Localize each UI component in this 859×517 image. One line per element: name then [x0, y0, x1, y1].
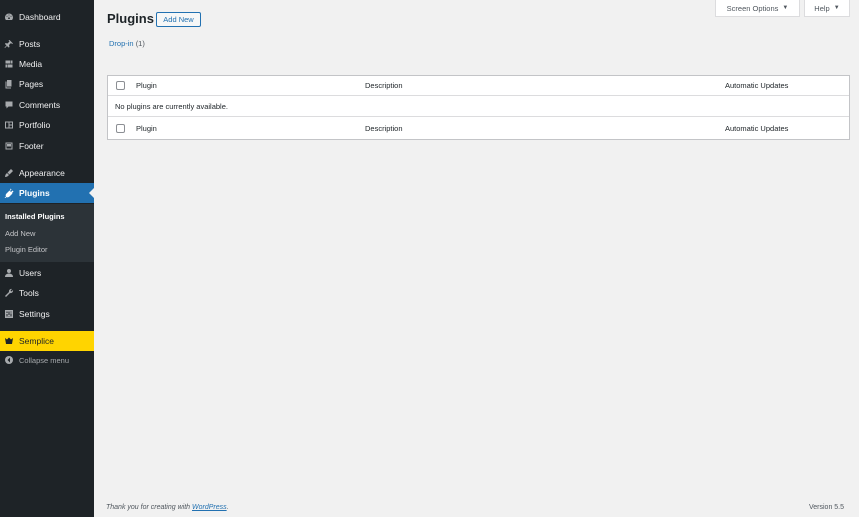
help-label: Help — [814, 3, 830, 13]
footer-thanks-suffix: . — [226, 504, 229, 511]
sidebar-item-label: Dashboard — [19, 12, 61, 22]
plugin-status-filter: Drop-in (1) — [109, 39, 145, 48]
user-icon — [4, 268, 14, 278]
sidebar-item-label: Collapse menu — [19, 355, 70, 365]
wordpress-link[interactable]: WordPress — [192, 504, 227, 511]
table-row: No plugins are currently available. — [108, 97, 849, 117]
sidebar-item-semplice[interactable]: Semplice — [0, 331, 94, 351]
submenu-add-new[interactable]: Add New — [5, 229, 35, 238]
sidebar-item-dashboard[interactable]: Dashboard — [0, 7, 94, 27]
chevron-down-icon: ▼ — [782, 5, 789, 11]
column-footer-automatic-updates: Automatic Updates — [725, 124, 789, 133]
sidebar-item-label: Posts — [19, 39, 41, 49]
comment-icon — [4, 100, 14, 110]
select-all-checkbox[interactable] — [116, 81, 125, 90]
brush-icon — [4, 168, 14, 178]
sidebar-item-label: Plugins — [19, 188, 50, 198]
sidebar-item-label: Appearance — [19, 168, 65, 178]
empty-message: No plugins are currently available. — [115, 102, 228, 111]
collapse-icon — [4, 355, 14, 365]
table-footer-row: Plugin Description Automatic Updates — [108, 118, 849, 139]
column-header-plugin[interactable]: Plugin — [136, 81, 157, 90]
sidebar-item-posts[interactable]: Posts — [0, 34, 94, 54]
sidebar-item-label: Pages — [19, 79, 44, 89]
plugins-submenu: Installed Plugins Add New Plugin Editor — [0, 204, 94, 262]
submenu-plugin-editor[interactable]: Plugin Editor — [5, 245, 48, 254]
sidebar-item-label: Media — [19, 59, 43, 69]
submenu-installed-plugins[interactable]: Installed Plugins — [5, 212, 65, 221]
sidebar-item-media[interactable]: Media — [0, 54, 94, 74]
sidebar-item-appearance[interactable]: Appearance — [0, 163, 94, 183]
media-icon — [4, 59, 14, 69]
pin-icon — [4, 39, 14, 49]
column-footer-plugin[interactable]: Plugin — [136, 124, 157, 133]
sidebar-item-label: Footer — [19, 141, 44, 151]
column-header-automatic-updates: Automatic Updates — [725, 81, 789, 90]
sidebar-item-pages[interactable]: Pages — [0, 74, 94, 94]
sidebar-item-label: Tools — [19, 288, 39, 298]
footer-thanks-text: Thank you for creating with — [106, 504, 192, 511]
help-button[interactable]: Help ▼ — [804, 0, 850, 17]
sidebar-item-portfolio[interactable]: Portfolio — [0, 115, 94, 135]
settings-icon — [4, 309, 14, 319]
page-title: Plugins — [107, 11, 154, 26]
screen-options-label: Screen Options — [726, 3, 779, 13]
sidebar-item-comments[interactable]: Comments — [0, 95, 94, 115]
dashboard-icon — [4, 12, 14, 22]
footer-icon — [4, 141, 14, 151]
plug-icon — [4, 188, 14, 198]
sidebar-item-plugins[interactable]: Plugins — [0, 183, 94, 203]
sidebar-item-label: Users — [19, 268, 42, 278]
admin-sidebar: Dashboard Posts Media Pages Comments Por… — [0, 0, 94, 517]
footer-thanks: Thank you for creating with WordPress. — [106, 504, 229, 511]
pages-icon — [4, 79, 14, 89]
semplice-icon — [4, 336, 14, 346]
sidebar-item-tools[interactable]: Tools — [0, 283, 94, 303]
filter-count: (1) — [135, 39, 145, 48]
portfolio-icon — [4, 120, 14, 130]
sidebar-item-footer[interactable]: Footer — [0, 136, 94, 156]
footer-version: Version 5.5 — [809, 504, 845, 511]
table-header-row: Plugin Description Automatic Updates — [108, 76, 849, 96]
sidebar-item-label: Comments — [19, 100, 61, 110]
filter-dropin-link[interactable]: Drop-in — [109, 39, 134, 48]
sidebar-item-label: Portfolio — [19, 120, 51, 130]
screen-options-button[interactable]: Screen Options ▼ — [715, 0, 800, 17]
column-footer-description: Description — [365, 124, 403, 133]
chevron-down-icon: ▼ — [833, 5, 840, 11]
wrench-icon — [4, 288, 14, 298]
select-all-checkbox-footer[interactable] — [116, 124, 125, 133]
plugins-table: Plugin Description Automatic Updates No … — [107, 75, 850, 140]
sidebar-item-label: Settings — [19, 309, 50, 319]
sidebar-item-settings[interactable]: Settings — [0, 304, 94, 324]
sidebar-item-users[interactable]: Users — [0, 263, 94, 283]
add-new-button[interactable]: Add New — [156, 12, 201, 27]
sidebar-item-label: Semplice — [19, 336, 54, 346]
column-header-description: Description — [365, 81, 403, 90]
collapse-menu-button[interactable]: Collapse menu — [0, 350, 94, 370]
